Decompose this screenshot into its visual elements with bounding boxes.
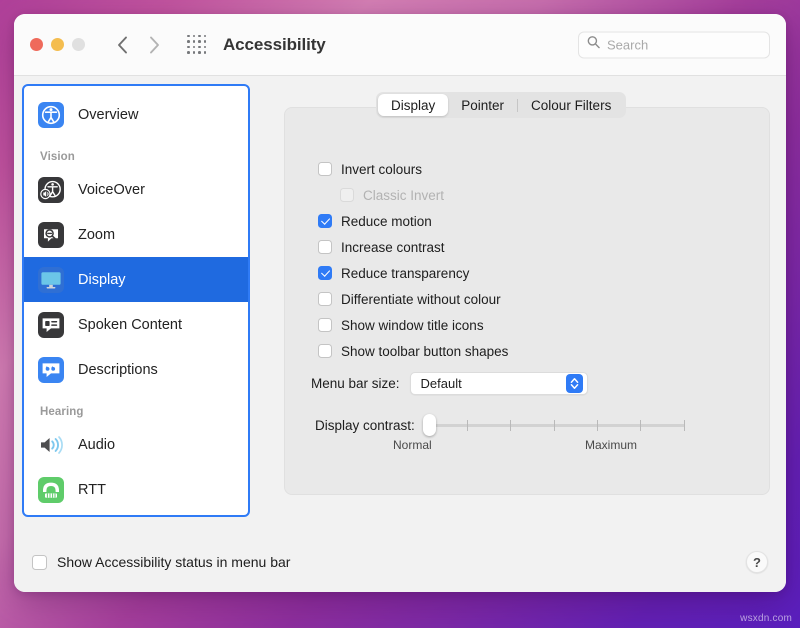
checkbox-reduce-transparency[interactable] <box>318 266 332 280</box>
sidebar-item-label: Descriptions <box>78 362 158 378</box>
sidebar-item-spoken-content[interactable]: Spoken Content <box>24 302 248 347</box>
sidebar-item-label: Overview <box>78 107 138 123</box>
tab-colour-filters[interactable]: Colour Filters <box>518 94 624 116</box>
checkbox-show-toolbar-button-shapes[interactable] <box>318 344 332 358</box>
sidebar-item-audio[interactable]: Audio <box>24 422 248 467</box>
checkbox-differentiate-without-colour[interactable] <box>318 292 332 306</box>
forward-chevron-icon[interactable] <box>143 32 165 58</box>
slider-thumb[interactable] <box>423 414 436 436</box>
sidebar-item-overview[interactable]: Overview <box>24 92 248 137</box>
sidebar-section-vision: Vision <box>24 137 248 167</box>
checkbox-show-window-title-icons[interactable] <box>318 318 332 332</box>
accessibility-icon <box>38 102 64 128</box>
checkbox-label: Reduce motion <box>341 214 432 229</box>
checkbox-row-classic-invert: Classic Invert <box>318 182 508 208</box>
sidebar-item-label: Audio <box>78 437 115 453</box>
sidebar-item-descriptions[interactable]: Descriptions <box>24 347 248 392</box>
checkbox-reduce-motion[interactable] <box>318 214 332 228</box>
voiceover-icon <box>38 177 64 203</box>
checkbox-label: Invert colours <box>341 162 422 177</box>
checkbox-row-show-toolbar-button-shapes[interactable]: Show toolbar button shapes <box>318 338 508 364</box>
window-footer: Show Accessibility status in menu bar ? <box>14 532 786 592</box>
display-icon <box>38 267 64 293</box>
checkbox-label: Classic Invert <box>363 188 444 203</box>
sidebar-container: Overview Vision <box>14 76 258 532</box>
window-toolbar: Accessibility Search <box>14 14 786 76</box>
sidebar-item-label: VoiceOver <box>78 182 145 198</box>
sidebar-item-label: Spoken Content <box>78 317 182 333</box>
search-field[interactable]: Search <box>578 31 770 58</box>
checkbox-row-show-window-title-icons[interactable]: Show window title icons <box>318 312 508 338</box>
settings-sidebar: Overview Vision <box>22 84 250 517</box>
descriptions-icon <box>38 357 64 383</box>
chevron-updown-icon[interactable] <box>566 374 583 393</box>
checkbox-row-differentiate-without-colour[interactable]: Differentiate without colour <box>318 286 508 312</box>
slider-max-label: Maximum <box>585 438 637 452</box>
slider-ticks <box>429 420 685 431</box>
checkbox-classic-invert <box>340 188 354 202</box>
search-icon <box>587 36 600 54</box>
checkbox-label: Differentiate without colour <box>341 292 501 307</box>
traffic-light-buttons <box>30 38 85 51</box>
sidebar-item-label: Zoom <box>78 227 115 243</box>
sidebar-item-label: Display <box>78 272 126 288</box>
show-all-grid-icon[interactable] <box>187 35 207 55</box>
checkbox-row-reduce-motion[interactable]: Reduce motion <box>318 208 508 234</box>
page-title: Accessibility <box>223 35 326 55</box>
display-options-list: Invert colours Classic Invert Reduce mot… <box>318 156 508 364</box>
rtt-icon <box>38 477 64 503</box>
close-window-button[interactable] <box>30 38 43 51</box>
checkbox-row-invert-colours[interactable]: Invert colours <box>318 156 508 182</box>
sidebar-item-voiceover[interactable]: VoiceOver <box>24 167 248 212</box>
checkbox-label: Increase contrast <box>341 240 445 255</box>
slider-min-label: Normal <box>393 438 432 452</box>
zoom-window-button[interactable] <box>72 38 85 51</box>
help-button[interactable]: ? <box>746 551 768 573</box>
menu-bar-size-select[interactable]: Default <box>410 372 588 395</box>
checkbox-show-accessibility-status[interactable] <box>32 555 47 570</box>
sidebar-item-zoom[interactable]: Zoom <box>24 212 248 257</box>
checkbox-row-show-status-menu-bar[interactable]: Show Accessibility status in menu bar <box>32 549 290 575</box>
settings-window: Accessibility Search <box>14 14 786 592</box>
checkbox-invert-colours[interactable] <box>318 162 332 176</box>
checkbox-label: Show toolbar button shapes <box>341 344 508 359</box>
display-contrast-label: Display contrast: <box>315 418 415 433</box>
menu-bar-size-label: Menu bar size: <box>311 376 400 391</box>
audio-icon <box>38 432 64 458</box>
tab-display[interactable]: Display <box>378 94 448 116</box>
back-chevron-icon[interactable] <box>111 32 133 58</box>
sidebar-item-label: RTT <box>78 482 106 498</box>
zoom-icon <box>38 222 64 248</box>
checkbox-row-increase-contrast[interactable]: Increase contrast <box>318 234 508 260</box>
settings-tab-bar: Display Pointer Colour Filters <box>376 92 626 118</box>
checkbox-label: Show window title icons <box>341 318 484 333</box>
checkbox-increase-contrast[interactable] <box>318 240 332 254</box>
sidebar-item-display[interactable]: Display <box>24 257 248 302</box>
menu-bar-size-value: Default <box>421 376 566 391</box>
watermark: wsxdn.com <box>740 613 792 624</box>
minimize-window-button[interactable] <box>51 38 64 51</box>
checkbox-row-reduce-transparency[interactable]: Reduce transparency <box>318 260 508 286</box>
window-body: Overview Vision <box>14 76 786 532</box>
checkbox-label: Reduce transparency <box>341 266 469 281</box>
sidebar-item-rtt[interactable]: RTT <box>24 467 248 512</box>
navigation-buttons <box>111 32 165 58</box>
display-contrast-slider[interactable] <box>423 414 685 436</box>
tab-pointer[interactable]: Pointer <box>448 94 517 116</box>
search-placeholder: Search <box>607 37 648 52</box>
spoken-content-icon <box>38 312 64 338</box>
menu-bar-size-row: Menu bar size: Default <box>311 372 588 395</box>
main-panel: Display Pointer Colour Filters Invert co… <box>258 76 786 532</box>
display-contrast-row: Display contrast: <box>315 414 685 436</box>
sidebar-section-hearing: Hearing <box>24 392 248 422</box>
checkbox-label: Show Accessibility status in menu bar <box>57 554 290 570</box>
